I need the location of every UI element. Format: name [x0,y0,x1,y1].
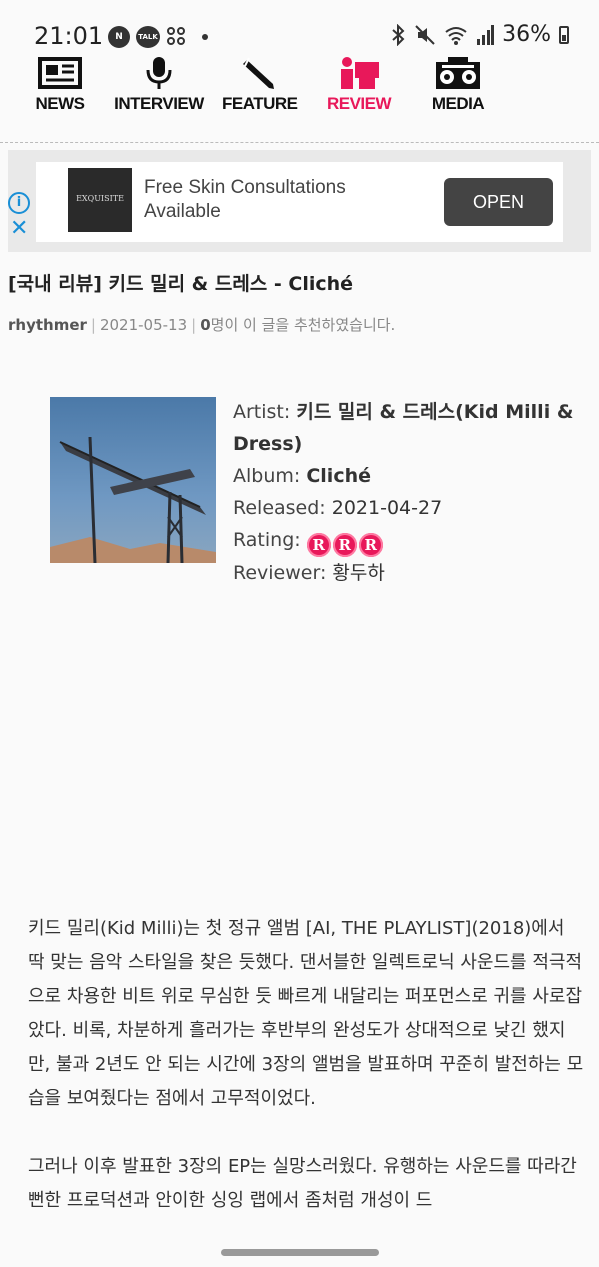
nav-interview[interactable]: INTERVIEW [114,56,204,114]
rating-badge-icon: R [358,533,383,557]
bluetooth-icon [392,23,405,46]
status-time: 21:01 [34,22,104,50]
ad-text: Free Skin Consultations Available [144,177,346,222]
album-cover [50,397,216,563]
battery-icon [559,25,569,44]
released-row: Released: 2021-04-27 [233,492,589,524]
album-info: Artist: 키드 밀리 & 드레스(Kid Milli & Dress) A… [233,396,589,589]
nav-media-label: MEDIA [431,94,485,113]
newspaper-icon [38,57,82,89]
body-paragraph: 그러나 이후 발표한 3장의 EP는 실망스러웠다. 유행하는 사운드를 따라간… [28,1156,577,1211]
pencil-icon [243,57,274,89]
notification-dot [202,34,208,40]
ad-logo: EXQUISITE [68,168,132,232]
nav-review[interactable]: REVIEW [326,56,392,114]
signal-icon [477,24,495,45]
rating-badge-icon: R [332,533,357,557]
ad-info-icon[interactable]: i [8,192,30,214]
nav-news-label: NEWS [35,94,86,113]
status-bar: 21:01 N TALK 36% [0,0,599,54]
ad-banner: i ✕ EXQUISITE Free Skin Consultations Av… [8,150,591,252]
released-value: 2021-04-27 [331,497,443,519]
nav-feature-label: FEATURE [222,94,298,113]
album-row: Album: Cliché [233,460,589,492]
rating-row: Rating: RRR [233,524,589,557]
status-right: 36% [390,22,569,47]
gesture-bar [0,1237,599,1267]
ad-close-icon[interactable]: ✕ [10,218,28,240]
review-icon [341,57,379,89]
nav-media[interactable]: MEDIA [430,56,486,114]
notification-n-icon: N [108,26,130,48]
boombox-icon [436,57,480,89]
album-label: Album: [233,465,301,487]
rating-badge-icon: R [306,533,331,557]
nav-review-label: REVIEW [326,94,392,113]
battery-percent: 36% [502,22,551,47]
body-paragraph: 키드 밀리(Kid Milli)는 첫 정규 앨범 [AI, THE PLAYL… [28,918,584,1109]
released-label: Released: [233,497,326,519]
rating-badges: RRR [306,529,385,557]
reviewer-row: Reviewer: 황두하 [233,557,589,589]
article-meta: rhythmer | 2021-05-13 | 0명이 이 글을 추천하였습니다. [8,316,396,334]
rating-label: Rating: [233,529,301,551]
ad-card[interactable]: i ✕ EXQUISITE Free Skin Consultations Av… [8,162,563,242]
recommend-count: 0 [200,316,211,334]
nav-interview-label: INTERVIEW [114,94,204,113]
notification-talk-icon: TALK [136,26,160,48]
artist-label: Artist: [233,401,291,423]
reviewer-label: Reviewer: [233,562,327,584]
reviewer-value[interactable]: 황두하 [332,562,384,584]
recommend-text: 명이 이 글을 추천하였습니다. [210,316,396,334]
article-author[interactable]: rhythmer [8,316,87,334]
album-value: Cliché [306,465,371,487]
article-date: 2021-05-13 [99,316,188,334]
category-nav: NEWS INTERVIEW FEATURE REVIEW MEDIA [0,56,599,126]
article-title: [국내 리뷰] 키드 밀리 & 드레스 - Cliché [8,273,354,295]
wifi-icon [445,26,467,45]
mute-icon [415,24,435,45]
nav-feature[interactable]: FEATURE [222,56,298,114]
article-body: 키드 밀리(Kid Milli)는 첫 정규 앨범 [AI, THE PLAYL… [28,912,584,1252]
ad-open-button[interactable]: OPEN [444,178,553,226]
notification-network-icon [166,26,186,46]
nav-news[interactable]: NEWS [34,56,86,114]
microphone-icon [146,57,172,89]
home-handle[interactable] [221,1249,379,1256]
artist-row: Artist: 키드 밀리 & 드레스(Kid Milli & Dress) [233,396,589,460]
divider [0,142,599,143]
